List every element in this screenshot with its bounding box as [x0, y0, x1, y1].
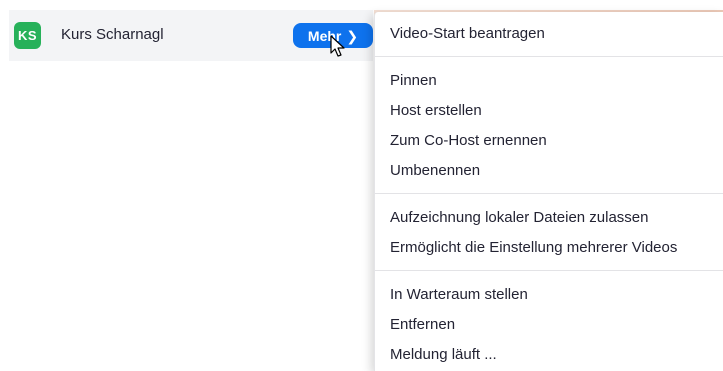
menu-item-report[interactable]: Meldung läuft ... — [390, 344, 710, 366]
menu-item-put-in-waiting-room[interactable]: In Warteraum stellen — [390, 284, 710, 306]
menu-item-request-video-start[interactable]: Video-Start beantragen — [390, 23, 710, 45]
menu-item-pin[interactable]: Pinnen — [390, 70, 710, 92]
menu-item-make-host[interactable]: Host erstellen — [390, 100, 710, 122]
participant-row[interactable]: KS Kurs Scharnagl Mehr ❯ — [9, 10, 373, 61]
menu-item-make-co-host[interactable]: Zum Co-Host ernennen — [390, 130, 710, 152]
menu-divider — [375, 193, 723, 194]
more-options-menu: Video-Start beantragen Pinnen Host erste… — [374, 12, 723, 371]
menu-item-rename[interactable]: Umbenennen — [390, 160, 710, 182]
participant-name: Kurs Scharnagl — [61, 26, 164, 43]
menu-item-remove[interactable]: Entfernen — [390, 314, 710, 336]
zoom-participant-panel: KS Kurs Scharnagl Mehr ❯ Video-Start bea… — [0, 0, 723, 371]
avatar: KS — [14, 22, 41, 49]
menu-divider — [375, 56, 723, 57]
mouse-pointer-icon — [330, 35, 345, 57]
chevron-right-icon: ❯ — [346, 27, 359, 44]
menu-item-allow-multi-pin[interactable]: Ermöglicht die Einstellung mehrerer Vide… — [390, 237, 710, 259]
menu-item-allow-local-recording[interactable]: Aufzeichnung lokaler Dateien zulassen — [390, 207, 710, 229]
menu-divider — [375, 270, 723, 271]
